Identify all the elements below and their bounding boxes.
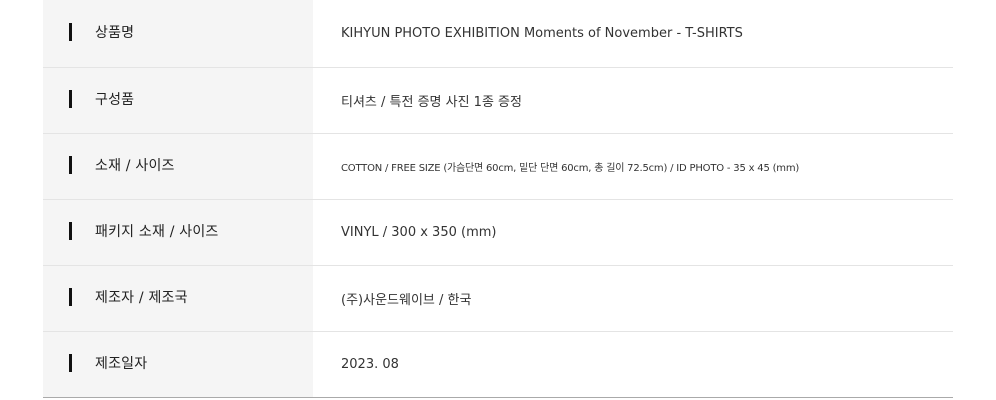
row-header: 상품명 — [43, 0, 313, 67]
label-bar-marker — [69, 354, 72, 372]
table-row: 제조일자 2023. 08 — [43, 331, 953, 397]
label-bar-marker — [69, 288, 72, 306]
table-row: 구성품 티셔츠 / 특전 증명 사진 1종 증정 — [43, 67, 953, 133]
row-header: 소재 / 사이즈 — [43, 133, 313, 199]
row-value-package-material-size: VINYL / 300 x 350 (mm) — [341, 224, 497, 240]
row-header: 제조일자 — [43, 331, 313, 397]
row-label-product-name: 상품명 — [95, 25, 135, 42]
product-info-table: 상품명 KIHYUN PHOTO EXHIBITION Moments of N… — [43, 0, 953, 398]
row-value-manufacturer-country: (주)사운드웨이브 / 한국 — [341, 292, 472, 308]
row-label-material-size: 소재 / 사이즈 — [95, 158, 175, 174]
row-header: 패키지 소재 / 사이즈 — [43, 199, 313, 265]
label-bar-marker — [69, 222, 72, 240]
row-label-package-material-size: 패키지 소재 / 사이즈 — [95, 224, 219, 240]
table-row: 제조자 / 제조국 (주)사운드웨이브 / 한국 — [43, 265, 953, 331]
row-value-product-name: KIHYUN PHOTO EXHIBITION Moments of Novem… — [341, 25, 743, 41]
row-label-manufacturer-country: 제조자 / 제조국 — [95, 290, 188, 306]
row-header: 구성품 — [43, 67, 313, 133]
table-row: 소재 / 사이즈 COTTON / FREE SIZE (가슴단면 60cm, … — [43, 133, 953, 199]
row-label-components: 구성품 — [95, 92, 135, 108]
label-bar-marker — [69, 156, 72, 174]
row-value-manufacture-date: 2023. 08 — [341, 356, 399, 372]
table-row: 상품명 KIHYUN PHOTO EXHIBITION Moments of N… — [43, 0, 953, 67]
label-bar-marker — [69, 90, 72, 108]
row-header: 제조자 / 제조국 — [43, 265, 313, 331]
table-row: 패키지 소재 / 사이즈 VINYL / 300 x 350 (mm) — [43, 199, 953, 265]
row-label-manufacture-date: 제조일자 — [95, 356, 148, 372]
label-bar-marker — [69, 23, 72, 42]
row-value-components: 티셔츠 / 특전 증명 사진 1종 증정 — [341, 94, 522, 110]
row-value-material-size: COTTON / FREE SIZE (가슴단면 60cm, 밑단 단면 60c… — [341, 162, 800, 174]
